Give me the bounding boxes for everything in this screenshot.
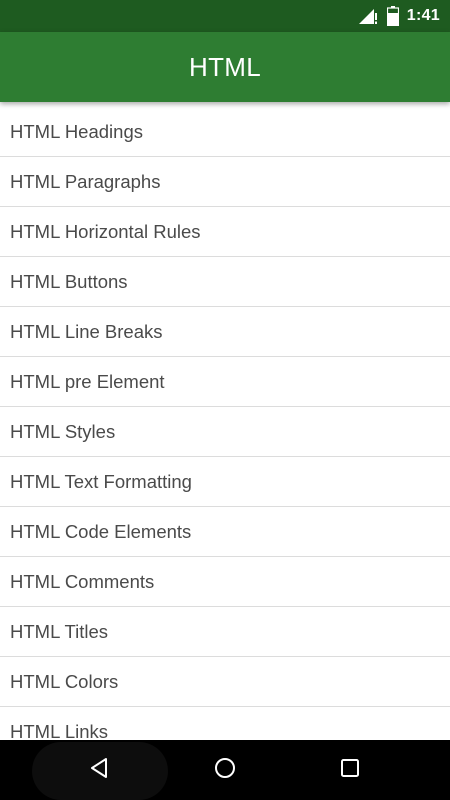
- list-item[interactable]: HTML Titles: [0, 607, 450, 657]
- list-item[interactable]: HTML pre Element: [0, 357, 450, 407]
- list-item[interactable]: HTML Text Formatting: [0, 457, 450, 507]
- status-right: 1:41: [357, 0, 440, 32]
- home-icon: [213, 756, 237, 785]
- list-item[interactable]: HTML Code Elements: [0, 507, 450, 557]
- status-bar: 1:41: [0, 0, 450, 32]
- list-item[interactable]: HTML Horizontal Rules: [0, 207, 450, 257]
- back-icon: [88, 756, 112, 785]
- list-item[interactable]: HTML Colors: [0, 657, 450, 707]
- app-bar: HTML: [0, 32, 450, 102]
- back-button[interactable]: [50, 740, 150, 800]
- list-item[interactable]: HTML Buttons: [0, 257, 450, 307]
- list-item[interactable]: HTML Comments: [0, 557, 450, 607]
- status-time: 1:41: [406, 7, 440, 24]
- list-item[interactable]: HTML Headings: [0, 107, 450, 157]
- list-item[interactable]: HTML Styles: [0, 407, 450, 457]
- recents-button[interactable]: [300, 740, 400, 800]
- screen: 1:41 HTML HTML Headings HTML Paragraphs …: [0, 0, 450, 800]
- list-item[interactable]: HTML Line Breaks: [0, 307, 450, 357]
- app-title: HTML: [189, 51, 261, 82]
- battery-icon: [386, 6, 399, 26]
- signal-icon: [357, 7, 379, 25]
- home-button[interactable]: [175, 740, 275, 800]
- topic-list[interactable]: HTML Headings HTML Paragraphs HTML Horiz…: [0, 107, 450, 740]
- list-item[interactable]: HTML Links: [0, 707, 450, 740]
- list-item[interactable]: HTML Paragraphs: [0, 157, 450, 207]
- recents-icon: [339, 757, 361, 784]
